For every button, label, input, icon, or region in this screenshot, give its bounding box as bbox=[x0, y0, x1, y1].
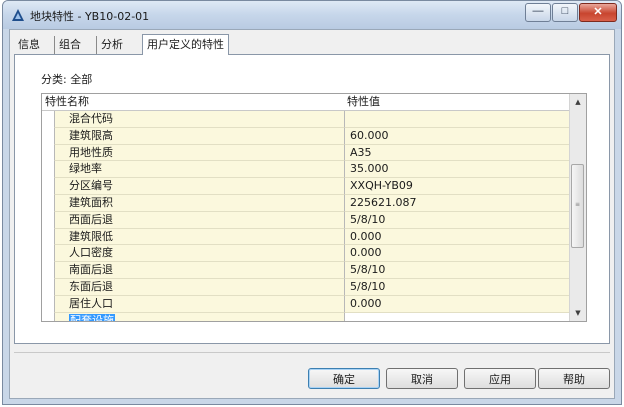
property-value-cell[interactable]: 0.000 bbox=[344, 245, 569, 263]
property-value-cell[interactable]: 225621.087 bbox=[344, 194, 569, 212]
close-button[interactable]: ✕ bbox=[579, 3, 617, 22]
help-button[interactable]: 帮助 bbox=[538, 368, 610, 389]
property-name-cell: 西面后退 bbox=[54, 211, 344, 229]
window-title: 地块特性 - YB10-02-01 bbox=[30, 10, 150, 23]
scroll-down-icon[interactable]: ▼ bbox=[570, 305, 586, 321]
tab-group[interactable]: 组合 bbox=[54, 36, 85, 54]
property-value-input[interactable] bbox=[344, 312, 569, 321]
property-name-cell: 东面后退 bbox=[54, 278, 344, 296]
table-row[interactable]: 建筑限低 0.000 bbox=[42, 228, 569, 246]
property-value-cell[interactable]: XXQH-YB09 bbox=[344, 178, 569, 195]
property-name-cell: 建筑限低 bbox=[54, 228, 344, 246]
property-value-cell[interactable]: 35.000 bbox=[344, 161, 569, 179]
table-row[interactable]: 绿地率 35.000 bbox=[42, 161, 569, 179]
property-value-cell[interactable]: 5/8/10 bbox=[344, 278, 569, 296]
tab-user-defined-properties[interactable]: 用户定义的特性 bbox=[142, 34, 229, 55]
property-name-cell: 建筑限高 bbox=[54, 127, 344, 145]
title-bar[interactable]: 地块特性 - YB10-02-01 — □ ✕ bbox=[3, 1, 621, 29]
apply-button[interactable]: 应用 bbox=[464, 368, 536, 389]
table-row[interactable]: 用地性质 A35 bbox=[42, 144, 569, 162]
maximize-button[interactable]: □ bbox=[552, 3, 578, 22]
minimize-icon: — bbox=[532, 5, 544, 17]
table-row[interactable]: 分区编号 XXQH-YB09 bbox=[42, 178, 569, 195]
tab-strip: 信息 组合 分析 用户定义的特性 bbox=[10, 34, 614, 55]
table-row[interactable]: 混合代码 bbox=[42, 111, 569, 128]
vertical-scrollbar[interactable]: ▲ ≡ ▼ bbox=[569, 94, 586, 321]
minimize-button[interactable]: — bbox=[525, 3, 551, 22]
selected-property-name: 配套设施 bbox=[69, 313, 115, 321]
property-value-cell[interactable]: 0.000 bbox=[344, 228, 569, 246]
table-row[interactable]: 建筑面积 225621.087 bbox=[42, 194, 569, 212]
table-row[interactable]: 东面后退 5/8/10 bbox=[42, 278, 569, 296]
maximize-icon: □ bbox=[561, 5, 569, 17]
property-grid: 特性名称 特性值 混合代码 建筑限高 60.000 用地性质 A35 绿地率 35.0… bbox=[41, 93, 587, 322]
property-name-cell: 绿地率 bbox=[54, 161, 344, 179]
close-icon: ✕ bbox=[593, 6, 603, 18]
scrollbar-thumb[interactable]: ≡ bbox=[571, 164, 584, 248]
property-value-cell[interactable]: 5/8/10 bbox=[344, 211, 569, 229]
property-value-cell[interactable] bbox=[344, 111, 569, 128]
app-logo-icon bbox=[12, 9, 24, 21]
property-name-cell: 南面后退 bbox=[54, 262, 344, 279]
property-name-cell: 分区编号 bbox=[54, 178, 344, 195]
property-name-cell: 建筑面积 bbox=[54, 194, 344, 212]
grid-rows: 混合代码 建筑限高 60.000 用地性质 A35 绿地率 35.000 分区编号 XX… bbox=[42, 111, 569, 321]
scroll-up-icon[interactable]: ▲ bbox=[570, 94, 586, 110]
tab-panel: 分类: 全部 特性名称 特性值 混合代码 建筑限高 60.000 用地性质 A35 … bbox=[14, 54, 610, 344]
property-name-cell-selected[interactable]: 配套设施 bbox=[54, 312, 344, 321]
dialog-client-area: 信息 组合 分析 用户定义的特性 分类: 全部 特性名称 特性值 混合代码 建筑… bbox=[9, 29, 615, 399]
property-value-cell[interactable]: 5/8/10 bbox=[344, 262, 569, 279]
property-name-cell: 混合代码 bbox=[54, 111, 344, 128]
property-dialog-window: 地块特性 - YB10-02-01 — □ ✕ 信息 组合 分析 用户定义的特性… bbox=[2, 0, 622, 405]
property-name-cell: 人口密度 bbox=[54, 245, 344, 263]
column-header-name[interactable]: 特性名称 bbox=[42, 94, 344, 110]
table-row-selected[interactable]: 配套设施 bbox=[42, 312, 569, 321]
column-header-value[interactable]: 特性值 bbox=[344, 94, 569, 110]
grid-header: 特性名称 特性值 bbox=[42, 94, 569, 111]
property-value-cell[interactable]: 0.000 bbox=[344, 295, 569, 313]
property-name-cell: 居住人口 bbox=[54, 295, 344, 313]
table-row[interactable]: 居住人口 0.000 bbox=[42, 295, 569, 313]
grip-icon: ≡ bbox=[575, 201, 581, 208]
cancel-button[interactable]: 取消 bbox=[386, 368, 458, 389]
category-label: 分类: 全部 bbox=[41, 73, 93, 86]
tab-info[interactable]: 信息 bbox=[14, 36, 44, 54]
table-row[interactable]: 人口密度 0.000 bbox=[42, 245, 569, 263]
property-value-cell[interactable]: A35 bbox=[344, 144, 569, 162]
ok-button[interactable]: 确定 bbox=[308, 368, 380, 389]
tab-analysis[interactable]: 分析 bbox=[96, 36, 127, 54]
footer-divider bbox=[14, 352, 610, 353]
property-name-cell: 用地性质 bbox=[54, 144, 344, 162]
table-row[interactable]: 建筑限高 60.000 bbox=[42, 127, 569, 145]
table-row[interactable]: 南面后退 5/8/10 bbox=[42, 262, 569, 279]
property-value-cell[interactable]: 60.000 bbox=[344, 127, 569, 145]
table-row[interactable]: 西面后退 5/8/10 bbox=[42, 211, 569, 229]
